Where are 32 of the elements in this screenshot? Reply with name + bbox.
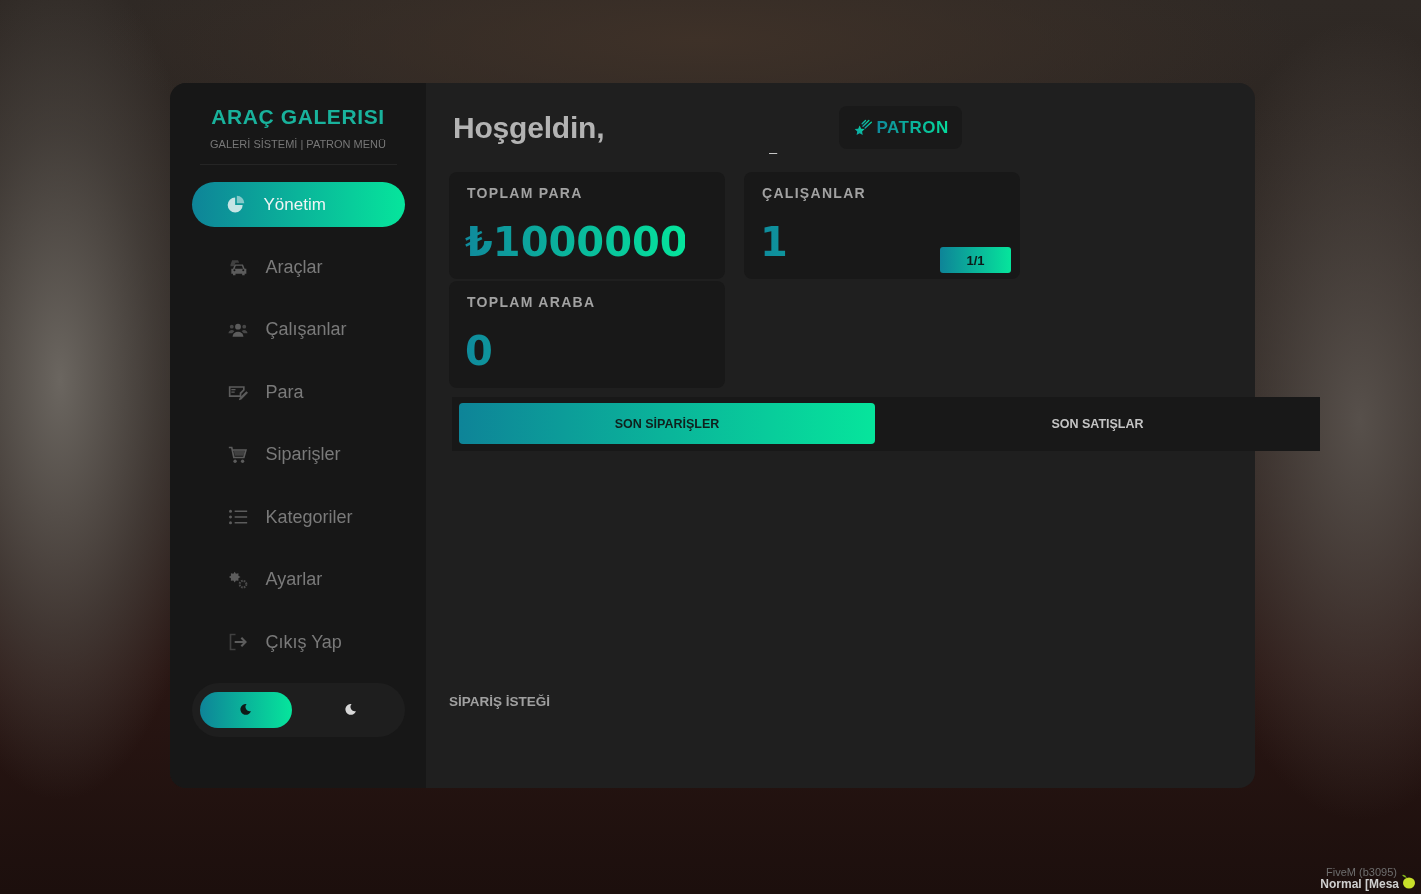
sidebar-item[interactable]: Çalışanlar — [191, 307, 405, 352]
stat-label: TOPLAM ARABA — [467, 293, 596, 311]
username-text: _ — [769, 139, 778, 153]
sidebar-item[interactable]: Araçlar — [191, 244, 405, 290]
greeting-text: Hoşgeldin, — [453, 110, 605, 145]
cart-icon — [227, 444, 248, 465]
gears-icon — [227, 569, 248, 590]
theme-option[interactable] — [199, 691, 292, 728]
list-icon — [227, 507, 248, 527]
tab[interactable]: SON SİPARİŞLER — [459, 403, 875, 444]
stat-label: ÇALIŞANLAR — [762, 184, 866, 202]
pie-chart-icon — [225, 194, 246, 215]
logout-icon — [227, 632, 248, 652]
fruit-icon — [1401, 873, 1417, 889]
sidebar-item[interactable]: Yönetim — [191, 182, 405, 227]
sidebar-item[interactable]: Kategoriler — [191, 494, 405, 540]
cars-icon — [227, 257, 248, 277]
count-badge: 1/1 — [940, 247, 1011, 273]
section-title: SİPARİŞ İSTEĞİ — [449, 694, 551, 709]
app-subtitle: GALERİ SİSTEMİ | PATRON MENÜ — [210, 137, 386, 151]
moon-icon — [343, 703, 357, 716]
stat-label: TOPLAM PARA — [467, 184, 583, 202]
sidebar-item[interactable]: Ayarlar — [191, 557, 405, 602]
moon-icon — [239, 703, 253, 716]
mode-text: Normal [Mesa — [1320, 878, 1399, 891]
app-title: ARAÇ GALERISI — [211, 105, 385, 129]
tab[interactable]: SON SATIŞLAR — [875, 403, 1320, 444]
sidebar-item[interactable]: Siparişler — [191, 432, 405, 477]
shooting-star-icon — [852, 117, 873, 138]
sidebar-item[interactable]: Para — [191, 369, 405, 415]
build-text: FiveM (b3095) — [1326, 866, 1397, 878]
sidebar-item[interactable]: Çıkış Yap — [191, 619, 405, 665]
